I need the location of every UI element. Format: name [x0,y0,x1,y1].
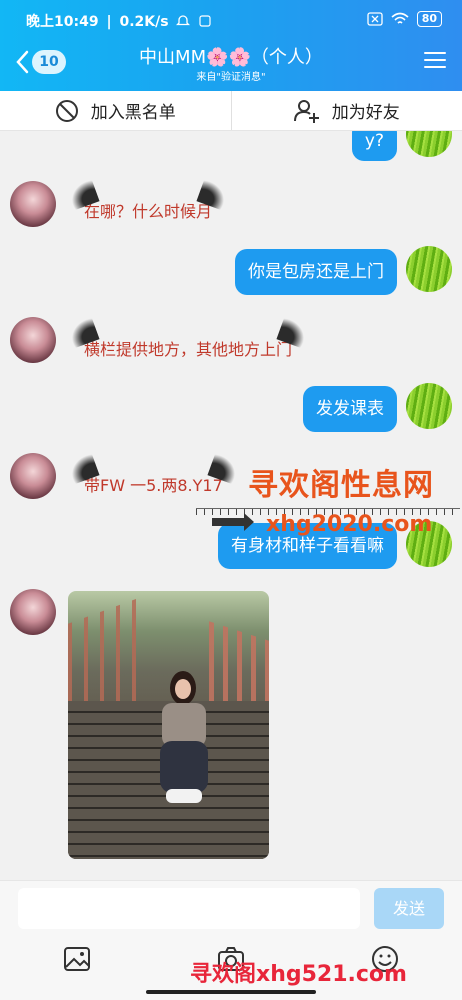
status-separator: | [106,14,112,30]
my-avatar[interactable] [406,383,452,429]
my-avatar[interactable] [406,131,452,157]
home-indicator[interactable] [146,990,316,994]
send-button[interactable]: 发送 [374,888,444,929]
title-bar: 10 中山MM🌸🌸（个人） 来自"验证消息" [0,40,462,91]
block-label: 加入黑名单 [90,103,176,123]
add-friend-label: 加为好友 [331,103,400,123]
top-header: 晚上10:49 | 0.2K/s 80 10 中山MM🌸🌸（个人） 来自"验证消… [0,0,462,91]
action-bar: 加入黑名单 加为好友 [0,91,462,131]
contact-avatar[interactable] [10,589,56,635]
block-button[interactable]: 加入黑名单 [0,91,231,130]
my-avatar[interactable] [406,246,452,292]
message-bubble-incoming[interactable]: 在哪？什么时候月 [70,189,226,235]
menu-button[interactable] [424,52,446,70]
message-bubble-outgoing[interactable]: y? [351,131,397,161]
status-left: 晚上10:49 | 0.2K/s [26,11,211,31]
status-right: 80 [367,11,442,27]
menu-icon [424,52,446,54]
battery-indicator: 80 [416,11,442,27]
watermark-footer: 寻欢阁xhg521.com [190,962,407,987]
wifi-icon [391,12,409,24]
page-subtitle: 来自"验证消息" [196,72,266,83]
image-message[interactable] [68,591,269,859]
chat-area[interactable]: y? 在哪？什么时候月 你是包房还是上门 横栏提供地方，其他地方上门 发发课表 … [0,131,462,880]
picture-icon[interactable] [63,945,91,973]
add-friend-button[interactable]: 加为好友 [232,91,462,130]
watermark-site-url: xhg2020.com [266,512,433,537]
contact-avatar[interactable] [10,181,56,227]
message-bubble-outgoing[interactable]: 发发课表 [303,386,397,432]
block-icon [55,99,78,122]
alarm-icon [176,15,191,26]
status-time: 晚上10:49 [26,14,99,30]
status-bar: 晚上10:49 | 0.2K/s 80 [0,0,462,40]
page-title: 中山MM🌸🌸（个人） [139,47,323,68]
sim-off-icon [367,12,383,26]
add-friend-icon [293,99,319,123]
message-bubble-outgoing[interactable]: 你是包房还是上门 [235,249,397,295]
watermark-site-name: 寻欢阁性息网 [248,468,434,503]
message-bubble-incoming[interactable]: 带FW 一5.两8.Y17 [70,463,237,509]
watermark-arrow-icon [212,513,254,531]
message-bubble-incoming[interactable]: 横栏提供地方，其他地方上门 [70,327,306,373]
contact-avatar[interactable] [10,317,56,363]
app-notify-icon [199,15,211,27]
message-input[interactable] [18,888,360,929]
contact-avatar[interactable] [10,453,56,499]
photo-person [156,671,212,811]
status-net-speed: 0.2K/s [119,14,169,30]
